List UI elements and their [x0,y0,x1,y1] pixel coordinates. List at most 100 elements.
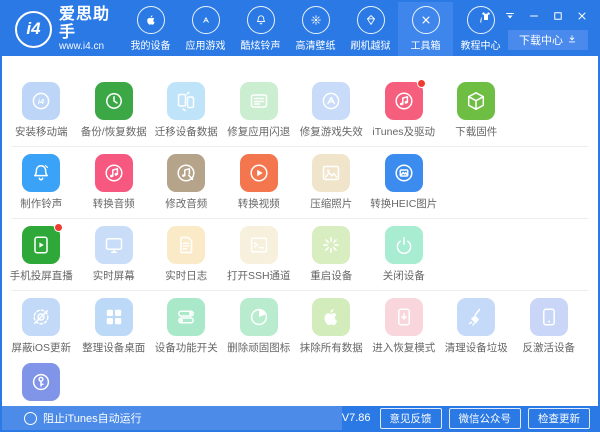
i4-logo-icon: i4 [22,82,61,120]
tool-label: 修复应用闪退 [227,126,291,138]
tool-屏蔽iOS更新[interactable]: 屏蔽iOS更新 [5,298,78,355]
menu-caret-icon[interactable] [503,9,516,22]
appleid-card-icon [239,82,278,120]
screen-cast-icon [22,223,64,264]
maximize-icon[interactable] [551,9,564,22]
tool-label: 打开SSH通道 [226,270,291,282]
tool-备份/恢复数据[interactable]: 备份/恢复数据 [78,82,151,139]
heic-photo-icon [384,154,423,192]
tool-label: 实时屏幕 [92,270,135,282]
note-edit-icon [167,154,206,192]
tab-label: 刷机越狱 [350,41,391,52]
flower-icon [301,6,330,34]
tool-label: 屏蔽iOS更新 [11,342,71,354]
download-center-button[interactable]: 下载中心 [508,30,588,50]
tool-访问限制[interactable]: 访问限制 [5,363,78,406]
tool-反激活设备[interactable]: 反激活设备 [513,298,586,355]
transfer-devices-icon [167,82,206,120]
tab-bar: 我的设备 应用游戏 酷炫铃声 高清壁纸 刷机越狱 工具箱 i 教程中心 [123,2,508,56]
tool-删除顽固图标[interactable]: 删除顽固图标 [223,298,296,355]
apple-fill-icon [312,298,351,336]
tool-修复应用闪退[interactable]: 修复应用闪退 [223,82,296,139]
tool-label: 修改音频 [165,198,208,210]
tool-手机投屏直播[interactable]: 手机投屏直播 [5,223,78,283]
tool-安装移动端[interactable]: i4 安装移动端 [5,82,78,139]
minimize-icon[interactable] [527,9,540,22]
i4-logo-icon: i4 [15,10,52,48]
phone-arrow-icon [384,298,423,336]
jailbreak-icon [356,6,385,34]
tool-下载固件[interactable]: 下载固件 [440,82,513,139]
log-document-icon [167,226,206,264]
tool-进入恢复模式[interactable]: 进入恢复模式 [368,298,441,355]
tab-刷机越狱[interactable]: 刷机越狱 [343,2,398,56]
play-circle-icon [239,154,278,192]
tool-迁移设备数据[interactable]: 迁移设备数据 [150,82,223,139]
theme-skin-icon[interactable] [479,9,492,22]
tool-抹除所有数据[interactable]: 抹除所有数据 [295,298,368,355]
tool-iTunes及驱动[interactable]: iTunes及驱动 [368,79,441,139]
tool-row-5: 访问限制 [2,363,598,406]
close-icon[interactable] [575,9,588,22]
tool-整理设备桌面[interactable]: 整理设备桌面 [78,298,151,355]
tab-label: 我的设备 [130,41,171,52]
tool-实时日志[interactable]: 实时日志 [150,226,223,283]
tool-label: 设备功能开关 [154,342,218,354]
footer-button-意见反馈[interactable]: 意见反馈 [379,407,442,429]
firmware-cube-icon [457,82,496,120]
tool-label: 重启设备 [310,270,353,282]
tool-打开SSH通道[interactable]: 打开SSH通道 [223,226,296,283]
header-bar: i4 爱思助手 www.i4.cn 我的设备 应用游戏 酷炫铃声 高清壁纸 刷机越狱 工具… [2,2,598,56]
tool-label: 转换音频 [92,198,135,210]
tool-转换视频[interactable]: 转换视频 [223,154,296,211]
tool-转换音频[interactable]: 转换音频 [78,154,151,211]
tool-label: 修复游戏失效 [299,126,363,138]
clock-restore-icon [94,82,133,120]
tab-高清壁纸[interactable]: 高清壁纸 [288,2,343,56]
tab-我的设备[interactable]: 我的设备 [123,2,178,56]
tool-压缩照片[interactable]: 压缩照片 [295,154,368,211]
tool-label: 删除顽固图标 [227,342,291,354]
tab-label: 高清壁纸 [295,41,336,52]
tool-label: 压缩照片 [310,198,353,210]
footer-button-检查更新[interactable]: 检查更新 [528,407,590,429]
block-itunes-toggle[interactable]: 阻止iTunes自动运行 [2,406,342,430]
tool-实时屏幕[interactable]: 实时屏幕 [78,226,151,283]
toggle-circle-icon [24,411,37,425]
version-label: V7.86 [341,412,371,424]
footer-button-微信公众号[interactable]: 微信公众号 [448,407,521,429]
apple-icon [136,6,165,34]
tool-label: 制作铃声 [20,198,63,210]
tool-制作铃声[interactable]: 制作铃声 [5,154,78,211]
appstore-check-icon [312,82,351,120]
itunes-note-icon [384,79,426,120]
tool-清理设备垃圾[interactable]: 清理设备垃圾 [440,298,513,355]
tool-关闭设备[interactable]: 关闭设备 [368,226,441,283]
app-logo: i4 爱思助手 www.i4.cn [2,2,123,56]
tool-转换HEIC图片[interactable]: 转换HEIC图片 [368,154,441,211]
tab-工具箱[interactable]: 工具箱 [398,2,453,56]
download-center-label: 下载中心 [519,35,563,47]
tab-label: 酷炫铃声 [240,41,281,52]
notification-dot [54,223,64,232]
footer-actions: V7.86 意见反馈 微信公众号 检查更新 [341,407,598,429]
tab-酷炫铃声[interactable]: 酷炫铃声 [233,2,288,56]
tool-修复游戏失效[interactable]: 修复游戏失效 [295,82,368,139]
tool-label: 下载固件 [455,126,498,138]
tool-label: 清理设备垃圾 [444,342,508,354]
tool-修改音频[interactable]: 修改音频 [150,154,223,211]
pie-circle-icon [239,298,278,336]
app-url: www.i4.cn [59,41,105,53]
tab-应用游戏[interactable]: 应用游戏 [178,2,233,56]
app-title: 爱思助手 [59,5,111,41]
tool-row-1: i4 安装移动端 备份/恢复数据 迁移设备数据 修复应用闪退 修复游戏失效 iTunes及驱… [2,79,598,139]
restart-spokes-icon [312,226,351,264]
clean-broom-icon [457,298,496,336]
tool-row-2: 制作铃声 转换音频 修改音频 转换视频 压缩照片 转换HEIC图片 [2,154,598,211]
tool-label: 整理设备桌面 [82,342,146,354]
tool-设备功能开关[interactable]: 设备功能开关 [150,298,223,355]
svg-text:i4: i4 [38,97,45,106]
tool-重启设备[interactable]: 重启设备 [295,226,368,283]
tool-label: 实时日志 [165,270,208,282]
app-window: i4 爱思助手 www.i4.cn 我的设备 应用游戏 酷炫铃声 高清壁纸 刷机越狱 工具… [0,0,600,432]
